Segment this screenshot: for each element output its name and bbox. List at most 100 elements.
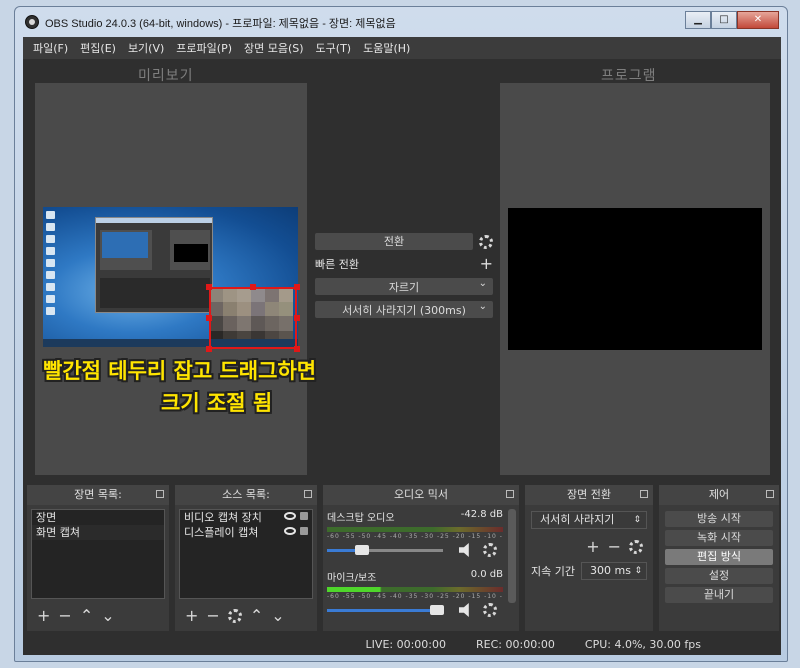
channel-level: 0.0 dB (470, 569, 503, 580)
resize-handle-bottom-right[interactable] (294, 346, 300, 352)
studio-mode-button[interactable]: 편집 방식 (665, 549, 773, 565)
dock-float-icon[interactable] (766, 490, 774, 498)
volume-meter (327, 587, 503, 592)
menu-view[interactable]: 보기(V) (122, 40, 170, 56)
preview-label: 미리보기 (138, 68, 194, 84)
add-scene-icon[interactable]: + (37, 606, 50, 625)
menu-scene-collection[interactable]: 장면 모음(S) (238, 40, 310, 56)
channel-name: 데스크탑 오디오 (327, 513, 395, 524)
move-down-icon[interactable]: ⌄ (271, 606, 284, 625)
lock-icon[interactable] (300, 512, 308, 520)
duration-input[interactable]: 300 ms ⇕ (580, 562, 647, 580)
mixer-gear-icon[interactable] (483, 603, 497, 617)
program-output (508, 208, 762, 350)
volume-slider[interactable] (327, 543, 503, 557)
menu-profile[interactable]: 프로파일(P) (170, 40, 238, 56)
menu-bar: 파일(F) 편집(E) 보기(V) 프로파일(P) 장면 모음(S) 도구(T)… (23, 37, 781, 59)
list-item[interactable]: 디스플레이 캡쳐 (180, 525, 312, 540)
resize-handle-right[interactable] (294, 315, 300, 321)
speaker-icon[interactable] (459, 543, 469, 557)
add-transition-icon[interactable]: + (586, 537, 599, 556)
minimize-button[interactable]: ▁ (685, 11, 711, 29)
sources-list[interactable]: 비디오 캡쳐 장치 디스플레이 캡쳐 (179, 509, 313, 599)
selection-bounding-box[interactable] (209, 287, 297, 349)
dock-float-icon[interactable] (640, 490, 648, 498)
obs-window: OBS Studio 24.0.3 (64-bit, windows) - 프로… (14, 6, 788, 662)
add-source-icon[interactable]: + (185, 606, 198, 625)
start-recording-button[interactable]: 녹화 시작 (665, 530, 773, 546)
title-bar[interactable]: OBS Studio 24.0.3 (64-bit, windows) - 프로… (15, 7, 787, 37)
remove-source-icon[interactable]: − (206, 606, 219, 625)
mixer-dock-title: 오디오 믹서 (323, 485, 519, 505)
add-quick-transition-icon[interactable]: + (480, 256, 493, 272)
program-label: 프로그램 (601, 68, 657, 84)
mixer-channel-mic: 마이크/보조 0.0 dB -60 -55 -50 -45 -40 -35 -3… (327, 569, 503, 625)
eye-icon[interactable] (284, 527, 296, 535)
source-name: 디스플레이 캡쳐 (184, 526, 259, 539)
spin-icon: ⇕ (634, 566, 642, 576)
resize-handle-top-right[interactable] (294, 284, 300, 290)
menu-edit[interactable]: 편집(E) (74, 40, 122, 56)
sources-title-text: 소스 목록: (222, 488, 270, 501)
exit-button[interactable]: 끝내기 (665, 587, 773, 603)
speaker-icon[interactable] (459, 603, 469, 617)
rec-status: REC: 00:00:00 (476, 637, 555, 651)
quick-transition-cut[interactable]: 자르기 ⌄ (315, 278, 493, 295)
fade-option-label: 서서히 사라지기 (300ms) (342, 303, 466, 317)
cut-option-label: 자르기 (388, 280, 420, 294)
quick-transition-fade[interactable]: 서서히 사라지기 (300ms) ⌄ (315, 301, 493, 318)
transition-select-value: 서서히 사라지기 (540, 513, 615, 526)
menu-help[interactable]: 도움말(H) (357, 40, 416, 56)
dock-float-icon[interactable] (304, 490, 312, 498)
live-status: LIVE: 00:00:00 (365, 637, 447, 651)
eye-icon[interactable] (284, 512, 296, 520)
channel-level: -42.8 dB (460, 509, 503, 520)
list-item[interactable]: 장면 (32, 510, 164, 525)
volume-slider[interactable] (327, 603, 503, 617)
resize-handle-top[interactable] (250, 284, 256, 290)
controls-title-text: 제어 (708, 488, 730, 501)
meter-ticks: -60 -55 -50 -45 -40 -35 -30 -25 -20 -15 … (327, 593, 503, 600)
duration-value: 300 ms (589, 564, 631, 577)
scene-transition-title-text: 장면 전환 (567, 488, 611, 501)
mixer-gear-icon[interactable] (483, 543, 497, 557)
maximize-button[interactable]: □ (711, 11, 737, 29)
move-up-icon[interactable]: ⌃ (250, 606, 263, 625)
dock-float-icon[interactable] (506, 490, 514, 498)
move-down-icon[interactable]: ⌄ (101, 606, 114, 625)
list-item[interactable]: 비디오 캡쳐 장치 (180, 510, 312, 525)
settings-button[interactable]: 설정 (665, 568, 773, 584)
transition-select[interactable]: 서서히 사라지기 ⇕ (531, 511, 647, 529)
remove-scene-icon[interactable]: − (58, 606, 71, 625)
resize-handle-left[interactable] (206, 315, 212, 321)
close-button[interactable]: ✕ (737, 11, 779, 29)
menu-tools[interactable]: 도구(T) (310, 40, 358, 56)
transition-gear-icon[interactable] (479, 234, 493, 249)
start-streaming-button[interactable]: 방송 시작 (665, 511, 773, 527)
source-settings-gear-icon[interactable] (227, 608, 242, 623)
scenes-dock: 장면 목록: 장면 화면 캡쳐 + − ⌃ ⌄ (27, 485, 169, 631)
transition-settings-gear-icon[interactable] (629, 539, 643, 554)
scenes-dock-title: 장면 목록: (27, 485, 169, 505)
chevron-down-icon: ⌄ (478, 301, 487, 312)
scenes-list[interactable]: 장면 화면 캡쳐 (31, 509, 165, 599)
resize-handle-bottom-left[interactable] (206, 346, 212, 352)
controls-dock-title: 제어 (659, 485, 779, 505)
move-up-icon[interactable]: ⌃ (80, 606, 93, 625)
list-item[interactable]: 화면 캡쳐 (32, 525, 164, 540)
sources-dock-title: 소스 목록: (175, 485, 317, 505)
slider-knob[interactable] (355, 545, 369, 555)
source-name: 비디오 캡쳐 장치 (184, 511, 262, 524)
client-area: 파일(F) 편집(E) 보기(V) 프로파일(P) 장면 모음(S) 도구(T)… (23, 37, 781, 655)
resize-handle-top-left[interactable] (206, 284, 212, 290)
scenes-title-text: 장면 목록: (74, 488, 122, 501)
mixer-scrollbar[interactable] (508, 509, 516, 603)
slider-knob[interactable] (430, 605, 444, 615)
annotation-line-2: 크기 조절 됨 (161, 391, 273, 415)
transition-button[interactable]: 전환 (315, 233, 473, 250)
remove-transition-icon[interactable]: − (608, 537, 621, 556)
lock-icon[interactable] (300, 527, 308, 535)
menu-file[interactable]: 파일(F) (27, 40, 74, 56)
program-pane (500, 83, 770, 475)
dock-float-icon[interactable] (156, 490, 164, 498)
